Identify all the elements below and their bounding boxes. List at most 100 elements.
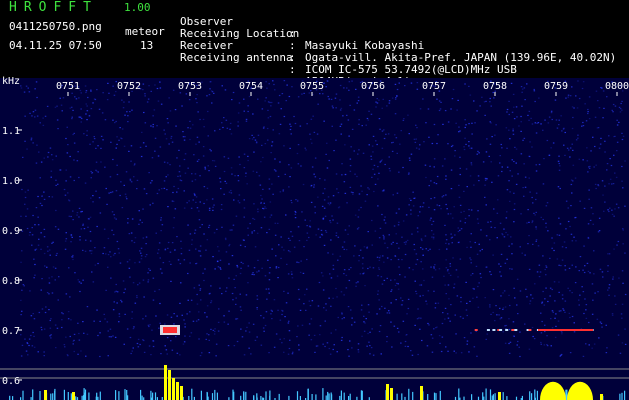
noise-dot [450, 108, 452, 110]
noise-dot [260, 194, 262, 197]
noise-dot [188, 249, 191, 251]
noise-dot [288, 347, 291, 350]
noise-dot [528, 268, 531, 270]
noise-dot [179, 263, 182, 265]
noise-dot [306, 123, 308, 125]
noise-dot [612, 111, 614, 113]
noise-dot [313, 334, 316, 336]
noise-dot [221, 226, 223, 228]
noise-dot [180, 282, 182, 284]
noise-dot [211, 198, 214, 200]
noise-dot [130, 232, 133, 234]
noise-dot [114, 291, 116, 293]
noise-dot [447, 284, 450, 286]
noise-dot [561, 259, 564, 261]
noise-dot [73, 142, 76, 144]
noise-dot [72, 254, 74, 257]
noise-dot [504, 325, 506, 327]
noise-dot [282, 190, 284, 192]
noise-dot [476, 355, 478, 357]
noise-dot [121, 207, 124, 209]
noise-dot [586, 160, 589, 162]
noise-dot [112, 234, 115, 236]
noise-dot [383, 236, 385, 238]
noise-dot [124, 193, 127, 195]
noise-dot [477, 150, 479, 152]
noise-dot [364, 285, 366, 287]
noise-dot [149, 269, 151, 271]
noise-dot [406, 334, 408, 336]
x-tick-label: 0754 [239, 81, 263, 92]
noise-dot [161, 224, 164, 226]
noise-dot [184, 153, 187, 155]
noise-dot [116, 136, 118, 138]
noise-dot [231, 229, 233, 231]
noise-dot [31, 115, 33, 117]
noise-dot [306, 258, 308, 261]
noise-dot [24, 115, 26, 117]
noise-dot [268, 292, 270, 294]
noise-dot [166, 337, 169, 339]
noise-dot [508, 100, 510, 102]
noise-dot [297, 96, 300, 98]
noise-dot [621, 132, 623, 134]
noise-dot [319, 325, 322, 327]
noise-dot [286, 263, 288, 265]
noise-dot [465, 143, 467, 145]
noise-dot [396, 327, 399, 329]
noise-dot [427, 290, 430, 292]
noise-dot [301, 211, 303, 213]
noise-dot [114, 336, 117, 338]
noise-dot [541, 320, 543, 323]
noise-dot [417, 308, 419, 310]
noise-dot [551, 247, 553, 249]
noise-dot [324, 215, 327, 217]
noise-dot [129, 178, 132, 180]
noise-dot [345, 287, 348, 289]
noise-dot [157, 252, 159, 254]
noise-dot [95, 161, 98, 163]
noise-dot [433, 166, 435, 168]
noise-dot [295, 199, 297, 201]
noise-dot [571, 143, 573, 145]
noise-dot [43, 236, 46, 238]
noise-dot [550, 147, 552, 149]
noise-dot [619, 111, 622, 113]
noise-dot [535, 226, 537, 228]
noise-dot [335, 139, 337, 141]
noise-dot [378, 268, 381, 270]
noise-dot [257, 259, 259, 261]
noise-dot [59, 97, 61, 99]
noise-dot [174, 249, 176, 251]
noise-dot [115, 147, 117, 149]
noise-dot [191, 180, 194, 182]
noise-dot [462, 317, 464, 319]
noise-dot [265, 311, 268, 313]
noise-dot [70, 241, 72, 243]
noise-dot [34, 224, 36, 226]
noise-dot [458, 126, 460, 128]
noise-dot [468, 209, 470, 211]
noise-dot [370, 155, 372, 157]
meteor-label: meteor [125, 25, 165, 38]
noise-dot [317, 103, 319, 105]
noise-dot [425, 248, 427, 250]
noise-dot [237, 200, 240, 202]
noise-dot [447, 350, 449, 352]
noise-floor-spike [494, 393, 496, 400]
noise-dot [554, 300, 556, 302]
noise-dot [32, 142, 34, 144]
noise-dot [524, 99, 526, 101]
noise-dot [544, 330, 546, 333]
noise-dot [358, 119, 360, 121]
noise-dot [118, 252, 120, 254]
noise-dot [69, 155, 71, 158]
noise-dot [444, 158, 446, 160]
noise-dot [208, 224, 211, 226]
noise-dot [115, 190, 118, 192]
noise-dot [485, 338, 487, 340]
noise-dot [73, 159, 75, 161]
noise-dot [123, 145, 126, 147]
noise-dot [54, 324, 57, 326]
noise-dot [470, 147, 473, 149]
